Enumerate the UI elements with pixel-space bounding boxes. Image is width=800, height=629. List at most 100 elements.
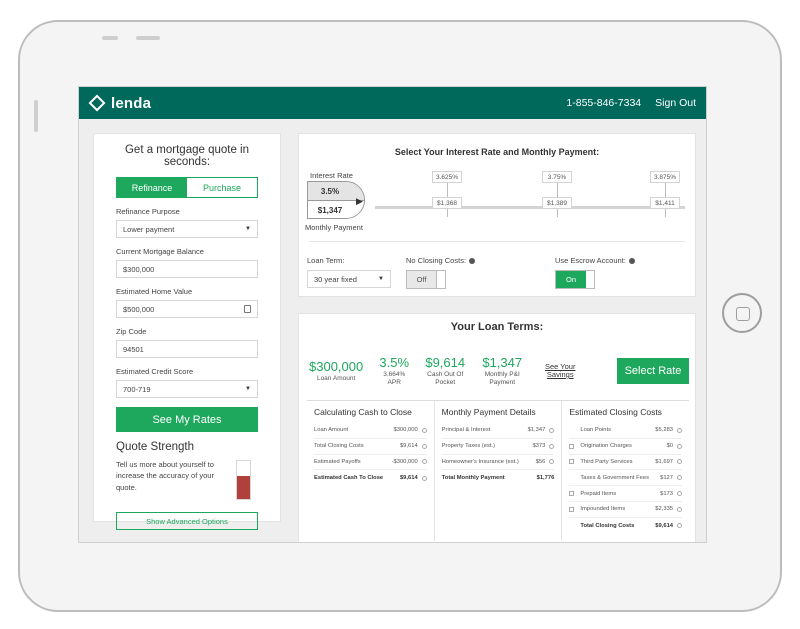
- app-screen: lenda 1-855-846-7334 Sign Out Get a mort…: [78, 86, 707, 543]
- tab-refinance[interactable]: Refinance: [117, 178, 187, 197]
- loan-term-group: Loan Term: 30 year fixed ▼: [307, 256, 406, 289]
- show-advanced-options-button[interactable]: Show Advanced Options: [116, 512, 258, 530]
- stat-label: 3.664% APR: [383, 370, 406, 386]
- toggle-off-label: Off: [407, 271, 437, 288]
- refinance-purpose-select[interactable]: Lower payment ▼: [116, 220, 258, 238]
- expand-plus-icon[interactable]: [569, 506, 575, 512]
- see-my-rates-button[interactable]: See My Rates: [116, 407, 258, 432]
- zip-code-value: 94501: [123, 344, 144, 354]
- row-value: $5,283: [655, 427, 674, 434]
- info-icon[interactable]: [677, 491, 683, 497]
- credit-score-select[interactable]: 700-719 ▼: [116, 380, 258, 398]
- escrow-toggle[interactable]: On: [555, 270, 595, 289]
- table-row: Taxes & Government Fees $127: [569, 470, 683, 487]
- cash-out-stat: $9,614 Cash Out Of Pocket: [425, 355, 465, 387]
- tablet-side-button: [34, 100, 38, 132]
- quote-form-title: Get a mortgage quote in seconds:: [124, 144, 250, 168]
- caret-down-icon: ▼: [245, 386, 251, 392]
- escrow-label: Use Escrow Account:: [555, 256, 626, 265]
- loan-term-label: Loan Term:: [307, 256, 345, 265]
- mortgage-balance-label: Current Mortgage Balance: [116, 247, 204, 256]
- zip-code-input[interactable]: 94501: [116, 340, 258, 358]
- info-icon[interactable]: [677, 427, 683, 433]
- stat-label: Loan Amount: [316, 374, 356, 382]
- home-value-label: Estimated Home Value: [116, 287, 193, 296]
- info-icon[interactable]: [628, 257, 635, 264]
- select-rate-button[interactable]: Select Rate: [617, 358, 689, 384]
- row-value: $300,000: [393, 427, 418, 434]
- info-icon[interactable]: [421, 427, 427, 433]
- info-icon[interactable]: [677, 443, 683, 449]
- loan-amount-stat: $300,000 Loan Amount: [309, 359, 363, 383]
- see-your-savings-link[interactable]: See Your Savings: [543, 362, 577, 380]
- info-icon[interactable]: [549, 459, 555, 465]
- quote-strength-title: Quote Strength: [116, 441, 194, 453]
- table-row: Loan Amount $300,000: [314, 423, 427, 439]
- table-row[interactable]: Prepaid Items $173: [569, 486, 683, 502]
- info-icon[interactable]: [549, 443, 555, 449]
- stat-value: $1,347: [482, 354, 523, 370]
- row-label: Homeowner's Insurance (est.): [441, 458, 519, 465]
- table-row: Principal & Interest $1,347: [441, 423, 555, 439]
- table-row: Homeowner's Insurance (est.) $56: [441, 455, 555, 471]
- caret-down-icon: ▼: [245, 226, 251, 232]
- row-label: Loan Points: [580, 427, 611, 434]
- info-icon[interactable]: [469, 257, 476, 264]
- table-row: Estimated Payoffs -$300,000: [314, 455, 427, 471]
- monthly-payment-label: Monthly Payment: [305, 223, 363, 232]
- info-icon[interactable]: [677, 523, 683, 529]
- info-icon[interactable]: [677, 475, 683, 481]
- no-closing-toggle[interactable]: Off: [406, 270, 446, 289]
- row-label: Principal & Interest: [441, 427, 491, 434]
- info-icon[interactable]: [677, 459, 683, 465]
- info-icon[interactable]: [677, 506, 683, 512]
- table-title: Calculating Cash to Close: [314, 407, 412, 417]
- mortgage-balance-input[interactable]: $300,000: [116, 260, 258, 278]
- table-row[interactable]: Origination Charges $0: [569, 439, 683, 455]
- total-label: Total Monthly Payment: [441, 475, 505, 482]
- row-label: Total Closing Costs: [314, 443, 364, 450]
- expand-plus-icon[interactable]: [569, 491, 575, 497]
- expand-plus-icon[interactable]: [569, 459, 575, 465]
- stat-value: $9,614: [425, 354, 466, 370]
- table-row[interactable]: Impounded Items $2,335: [569, 502, 683, 518]
- loan-term-select[interactable]: 30 year fixed ▼: [307, 270, 391, 288]
- slider-track[interactable]: [375, 206, 685, 209]
- logo[interactable]: lenda: [88, 94, 151, 112]
- rate-slider[interactable]: Interest Rate 3.5% $1,347 ▶ 3.625% $1,36…: [299, 171, 695, 241]
- home-value-input[interactable]: $500,000: [116, 300, 258, 318]
- info-icon[interactable]: [421, 459, 427, 465]
- expand-plus-icon[interactable]: [569, 443, 575, 449]
- quote-strength-fill: [237, 476, 250, 499]
- row-label: Loan Amount: [314, 427, 349, 434]
- row-value: $0: [666, 443, 674, 450]
- cash-to-close-table: Calculating Cash to Close Loan Amount $30…: [307, 401, 435, 541]
- table-total-row: Estimated Cash To Close $9,614: [314, 470, 427, 486]
- table-total-row: Total Monthly Payment $1,776: [442, 470, 555, 486]
- toggle-on-label: On: [556, 271, 586, 288]
- tick-payment: $1,368: [432, 197, 462, 209]
- table-row[interactable]: Third Party Services $1,697: [569, 455, 683, 471]
- rate-selector-card: Select Your Interest Rate and Monthly Pa…: [298, 133, 696, 297]
- quote-form-card: Get a mortgage quote in seconds: Refinan…: [93, 133, 281, 530]
- calculator-icon[interactable]: [244, 305, 251, 313]
- tablet-volume-button: [136, 36, 160, 40]
- table-total-row: Total Closing Costs $9,614: [569, 518, 683, 534]
- phone-number-link[interactable]: 1-855-846-7334: [566, 97, 641, 109]
- stat-value: 3.5%: [379, 354, 410, 370]
- stat-label: Cash Out Of Pocket: [427, 370, 464, 386]
- row-label: Origination Charges: [580, 443, 632, 450]
- sign-out-link[interactable]: Sign Out: [655, 97, 696, 109]
- no-closing-label: No Closing Costs:: [406, 256, 467, 265]
- info-icon[interactable]: [421, 475, 427, 481]
- row-value: $9,614: [399, 443, 418, 450]
- lenda-diamond-icon: [88, 94, 106, 112]
- tablet-home-button[interactable]: [722, 293, 762, 333]
- loan-terms-card: Your Loan Terms: $300,000 Loan Amount 3.…: [298, 313, 696, 542]
- row-label: Impounded Items: [580, 506, 626, 513]
- info-icon[interactable]: [421, 443, 427, 449]
- loan-term-value: 30 year fixed: [314, 274, 357, 284]
- info-icon[interactable]: [549, 427, 555, 433]
- row-value: -$300,000: [391, 458, 418, 465]
- tab-purchase[interactable]: Purchase: [187, 178, 257, 197]
